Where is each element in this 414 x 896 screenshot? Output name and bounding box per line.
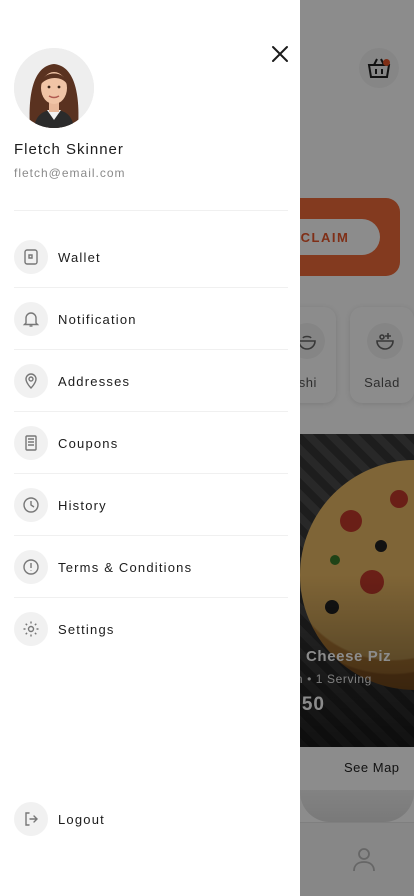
menu-label: History	[58, 497, 107, 513]
menu-item-wallet[interactable]: Wallet	[14, 226, 288, 288]
divider	[14, 210, 288, 211]
menu-item-settings[interactable]: Settings	[14, 598, 288, 660]
navigation-drawer: Fletch Skinner fletch@email.com Wallet N…	[0, 0, 300, 896]
logout-icon	[14, 802, 48, 836]
user-name: Fletch Skinner	[14, 141, 124, 158]
menu-label: Settings	[58, 621, 115, 637]
wallet-icon	[14, 240, 48, 274]
menu-label: Terms & Conditions	[58, 559, 193, 575]
menu-item-notification[interactable]: Notification	[14, 288, 288, 350]
logout-label: Logout	[58, 811, 105, 827]
bell-icon	[14, 302, 48, 336]
gear-icon	[14, 612, 48, 646]
menu-label: Addresses	[58, 373, 131, 389]
coupon-icon	[14, 426, 48, 460]
user-email: fletch@email.com	[14, 166, 126, 180]
clock-icon	[14, 488, 48, 522]
location-pin-icon	[14, 364, 48, 398]
alert-circle-icon	[14, 550, 48, 584]
menu-item-addresses[interactable]: Addresses	[14, 350, 288, 412]
menu-item-coupons[interactable]: Coupons	[14, 412, 288, 474]
avatar[interactable]	[14, 48, 94, 128]
close-button[interactable]	[266, 40, 294, 68]
menu-label: Notification	[58, 311, 137, 327]
menu-item-terms[interactable]: Terms & Conditions	[14, 536, 288, 598]
logout-button[interactable]: Logout	[14, 788, 288, 850]
menu-label: Coupons	[58, 435, 119, 451]
close-icon	[272, 46, 288, 62]
menu-label: Wallet	[58, 249, 101, 265]
menu-item-history[interactable]: History	[14, 474, 288, 536]
